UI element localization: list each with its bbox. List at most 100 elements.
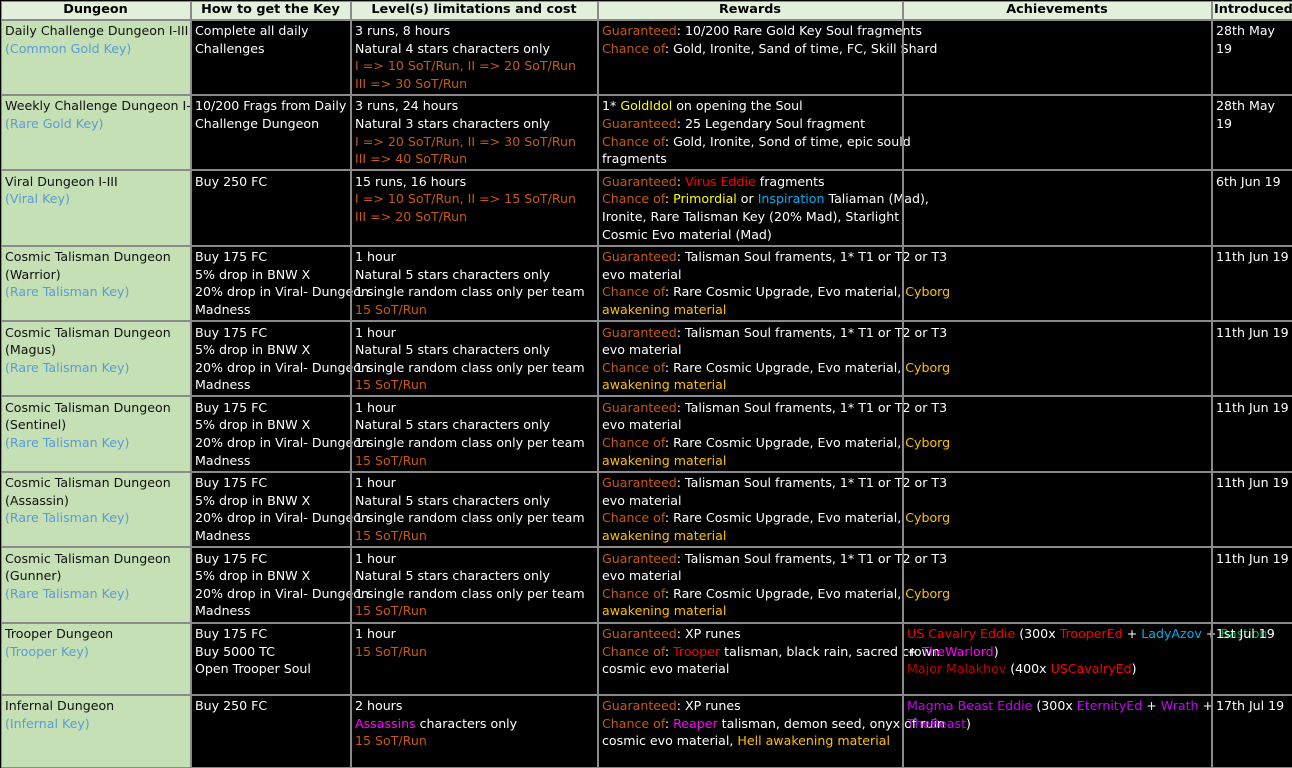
limit-line: 1 single random class only per team: [355, 283, 594, 301]
dungeon-key: (Rare Talisman Key): [5, 434, 187, 452]
dungeon-key: (Common Gold Key): [5, 40, 187, 58]
how-line: 5% drop in BNW X: [195, 416, 347, 434]
how-line: 5% drop in BNW X: [195, 266, 347, 284]
limitations-cell: 2 hours Assassins characters only 15 SoT…: [351, 695, 598, 768]
how-line: 20% drop in Viral- Dungeon: [195, 434, 347, 452]
limit-line: 1 hour: [355, 248, 594, 266]
reward-line: Chance of: Rare Cosmic Upgrade, Evo mate…: [602, 585, 899, 603]
how-line: Buy 5000 TC: [195, 643, 347, 661]
achievement-line: US Cavalry Eddie (300x TrooperEd + LadyA…: [907, 625, 1208, 643]
how-to-get-key-cell: Buy 175 FC 5% drop in BNW X 20% drop in …: [191, 246, 351, 321]
introduced-cell: 11th Jun 19: [1212, 246, 1292, 321]
introduced-cell: 28th May 19: [1212, 20, 1292, 95]
reward-line: Guaranteed: Talisman Soul framents, 1* T…: [602, 474, 899, 492]
limitations-cell: 3 runs, 24 hours Natural 3 stars charact…: [351, 95, 598, 170]
dungeon-name: Cosmic Talisman Dungeon: [5, 474, 187, 492]
reward-line: Guaranteed: Talisman Soul framents, 1* T…: [602, 550, 899, 568]
achievements-cell: [903, 547, 1212, 622]
dungeon-name-cell: Daily Challenge Dungeon I-III (Common Go…: [1, 20, 191, 95]
limitations-cell: 1 hour Natural 5 stars characters only 1…: [351, 547, 598, 622]
table-row: Infernal Dungeon (Infernal Key) Buy 250 …: [1, 695, 1292, 768]
table-row: Cosmic Talisman Dungeon (Gunner) (Rare T…: [1, 547, 1292, 622]
how-to-get-key-cell: Buy 175 FC 5% drop in BNW X 20% drop in …: [191, 472, 351, 547]
rewards-cell: 1* GoldIdol on opening the Soul Guarante…: [598, 95, 903, 170]
reward-line: Guaranteed: XP runes: [602, 697, 899, 715]
limit-cost-line: III => 30 SoT/Run: [355, 75, 594, 93]
introduced-cell: 11th Jun 19: [1212, 547, 1292, 622]
limit-line: 3 runs, 24 hours: [355, 97, 594, 115]
reward-line: Chance of: Rare Cosmic Upgrade, Evo mate…: [602, 509, 899, 527]
limit-cost-line: 15 SoT/Run: [355, 452, 594, 470]
reward-line: Guaranteed: Talisman Soul framents, 1* T…: [602, 324, 899, 342]
introduced-cell: 6th Jun 19: [1212, 170, 1292, 245]
limit-line: Natural 3 stars characters only: [355, 115, 594, 133]
reward-line: Guaranteed: Talisman Soul framents, 1* T…: [602, 248, 899, 266]
limitations-cell: 1 hour Natural 5 stars characters only 1…: [351, 396, 598, 471]
achievement-line: TheBeast): [907, 715, 1208, 733]
how-line: Open Trooper Soul: [195, 660, 347, 678]
dungeon-key: (Rare Talisman Key): [5, 585, 187, 603]
reward-line: Chance of: Reaper talisman, demon seed, …: [602, 715, 899, 733]
limit-line: Natural 5 stars characters only: [355, 341, 594, 359]
reward-line: awakening material: [602, 527, 899, 545]
dungeon-name-cell: Cosmic Talisman Dungeon (Assassin) (Rare…: [1, 472, 191, 547]
column-header-level-limitations: Level(s) limitations and cost: [351, 1, 598, 20]
dungeon-key: (Rare Talisman Key): [5, 509, 187, 527]
dungeon-key: (Infernal Key): [5, 715, 187, 733]
achievements-cell: US Cavalry Eddie (300x TrooperEd + LadyA…: [903, 623, 1212, 695]
reward-line: Guaranteed: 25 Legendary Soul fragment: [602, 115, 899, 133]
limit-line: 2 hours: [355, 697, 594, 715]
how-to-get-key-cell: Buy 250 FC: [191, 170, 351, 245]
how-to-get-key-cell: Complete all daily Challenges: [191, 20, 351, 95]
reward-line: evo material: [602, 567, 899, 585]
limit-line: 1 single random class only per team: [355, 359, 594, 377]
table-header-row: Dungeon How to get the Key Level(s) limi…: [1, 1, 1292, 20]
how-line: Madness: [195, 602, 347, 620]
achievements-cell: [903, 20, 1212, 95]
reward-line: evo material: [602, 416, 899, 434]
limit-cost-line: 15 SoT/Run: [355, 602, 594, 620]
dungeon-key: (Viral Key): [5, 190, 187, 208]
how-to-get-key-cell: 10/200 Frags from Daily Challenge Dungeo…: [191, 95, 351, 170]
how-line: 5% drop in BNW X: [195, 492, 347, 510]
limit-cost-line: 15 SoT/Run: [355, 376, 594, 394]
table-row: Cosmic Talisman Dungeon (Warrior) (Rare …: [1, 246, 1292, 321]
column-header-achievements: Achievements: [903, 1, 1212, 20]
dungeon-name: Cosmic Talisman Dungeon: [5, 324, 187, 342]
achievement-line: + TheWarlord): [907, 643, 1208, 661]
rewards-cell: Guaranteed: Talisman Soul framents, 1* T…: [598, 472, 903, 547]
limit-line: 1 hour: [355, 474, 594, 492]
reward-line: Guaranteed: 10/200 Rare Gold Key Soul fr…: [602, 22, 899, 40]
limitations-cell: 1 hour Natural 5 stars characters only 1…: [351, 472, 598, 547]
limit-line: Natural 5 stars characters only: [355, 416, 594, 434]
introduced-cell: 11th Jun 19: [1212, 396, 1292, 471]
achievements-cell: [903, 321, 1212, 396]
dungeon-name: Cosmic Talisman Dungeon: [5, 550, 187, 568]
how-line: 20% drop in Viral- Dungeon: [195, 283, 347, 301]
limit-line: 1 single random class only per team: [355, 509, 594, 527]
limit-line: 1 hour: [355, 625, 594, 643]
column-header-dungeon: Dungeon: [1, 1, 191, 20]
dungeon-reference-table: Dungeon How to get the Key Level(s) limi…: [0, 0, 1292, 768]
limit-cost-line: III => 40 SoT/Run: [355, 150, 594, 168]
how-line: Madness: [195, 376, 347, 394]
dungeon-class: (Magus): [5, 341, 187, 359]
limit-line: 15 runs, 16 hours: [355, 173, 594, 191]
dungeon-name: Viral Dungeon I-III: [5, 173, 187, 191]
reward-line: awakening material: [602, 602, 899, 620]
limit-line: 1 single random class only per team: [355, 585, 594, 603]
reward-line: evo material: [602, 492, 899, 510]
dungeon-name: Cosmic Talisman Dungeon: [5, 399, 187, 417]
reward-line: Chance of: Rare Cosmic Upgrade, Evo mate…: [602, 359, 899, 377]
how-line: Buy 175 FC: [195, 474, 347, 492]
achievement-line: Major Malakhov (400x USCavalryEd): [907, 660, 1208, 678]
table-row: Daily Challenge Dungeon I-III (Common Go…: [1, 20, 1292, 95]
how-line: Complete all daily: [195, 22, 347, 40]
how-line: 20% drop in Viral- Dungeon: [195, 359, 347, 377]
rewards-cell: Guaranteed: XP runes Chance of: Reaper t…: [598, 695, 903, 768]
how-line: 5% drop in BNW X: [195, 567, 347, 585]
limit-cost-line: I => 10 SoT/Run, II => 15 SoT/Run: [355, 190, 594, 208]
how-line: Challenges: [195, 40, 347, 58]
achievements-cell: [903, 170, 1212, 245]
rewards-cell: Guaranteed: Talisman Soul framents, 1* T…: [598, 547, 903, 622]
